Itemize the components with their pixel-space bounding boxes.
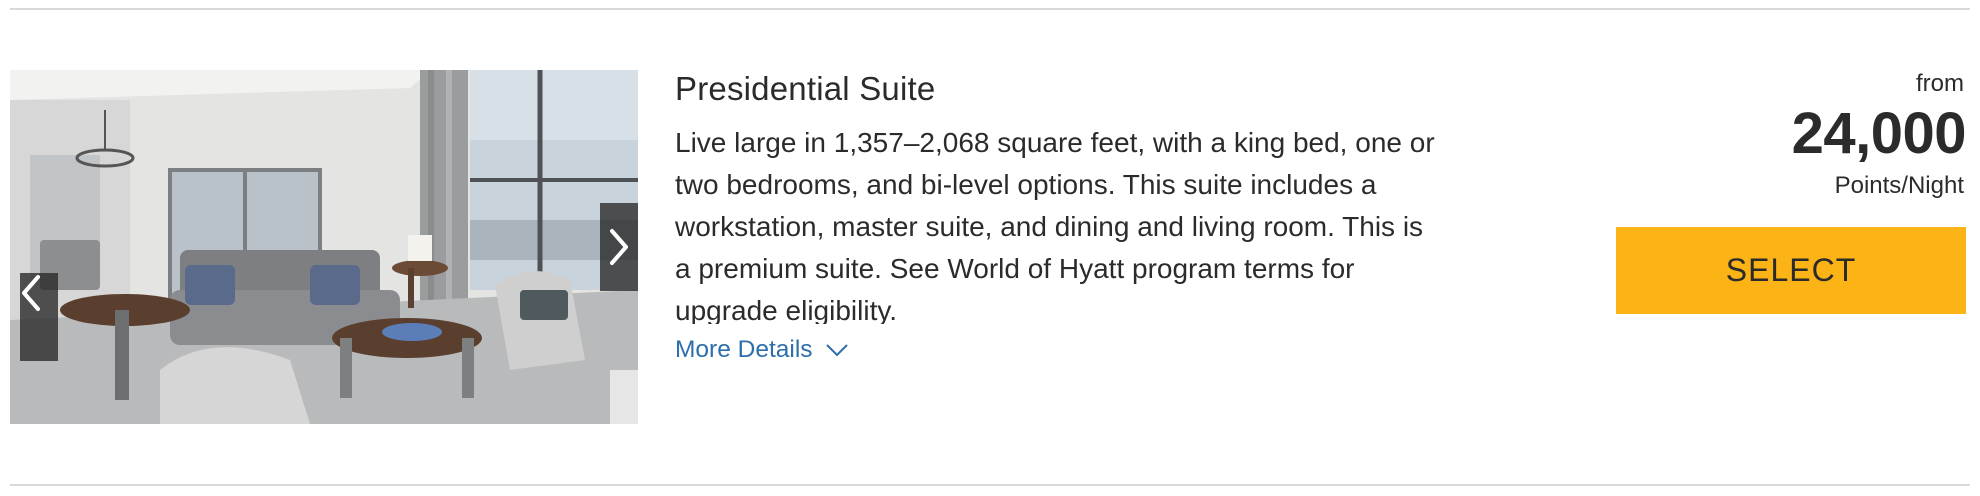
- carousel-prev-button[interactable]: [20, 273, 58, 361]
- chevron-left-icon: [22, 275, 40, 311]
- room-description: Live large in 1,357–2,068 square feet, w…: [675, 127, 1435, 324]
- select-button[interactable]: SELECT: [1616, 227, 1966, 314]
- price-unit-label: Points/Night: [1834, 172, 1964, 199]
- price-points-value: 24,000: [1791, 101, 1967, 166]
- top-divider: [10, 8, 1970, 10]
- room-photo-carousel[interactable]: [10, 70, 638, 424]
- room-card: Presidential Suite Live large in 1,357–2…: [0, 0, 1980, 496]
- price-from-label: from: [1916, 70, 1964, 97]
- room-title: Presidential Suite: [675, 70, 936, 107]
- carousel-next-button[interactable]: [600, 203, 638, 291]
- more-details-link[interactable]: More Details: [675, 336, 849, 364]
- chevron-down-icon: [825, 344, 848, 357]
- bottom-divider: [10, 484, 1970, 486]
- more-details-label: More Details: [675, 336, 813, 363]
- room-photo: [10, 70, 638, 424]
- chevron-right-icon: [610, 229, 628, 265]
